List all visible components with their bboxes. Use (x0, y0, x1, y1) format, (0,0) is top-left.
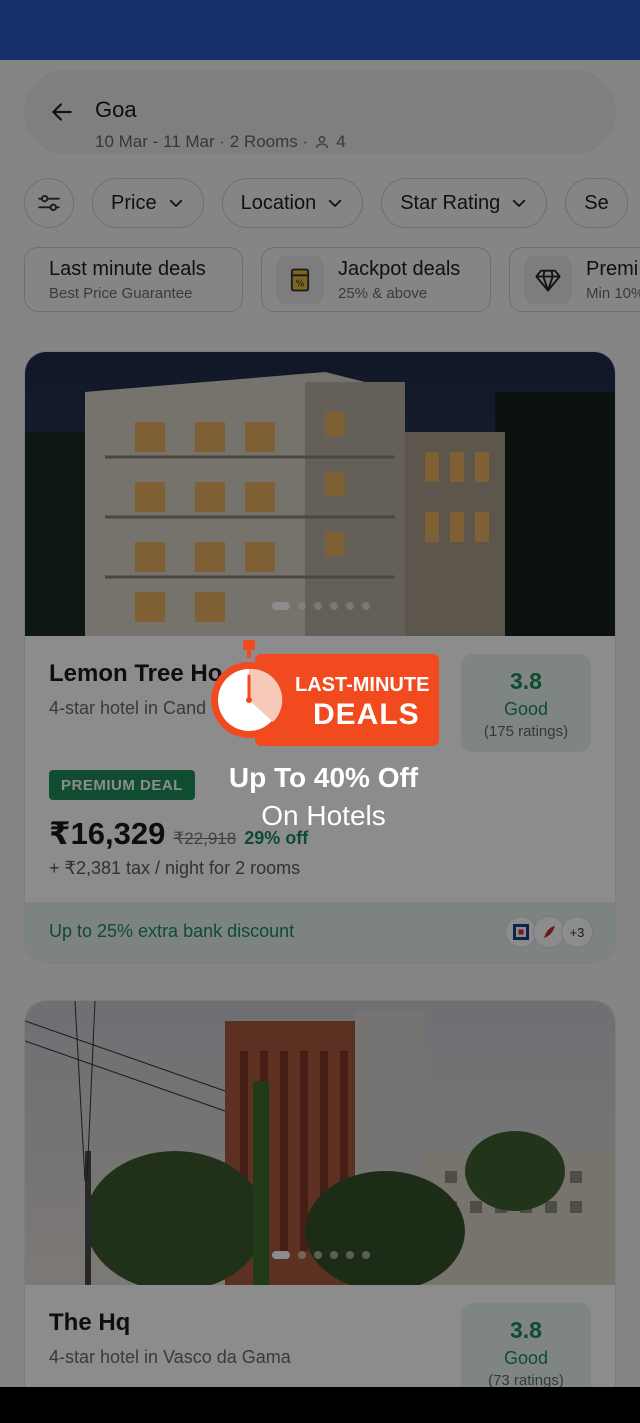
stopwatch-icon (211, 640, 287, 738)
promo-title-bottom: DEALS (313, 698, 420, 731)
system-navigation-bar (0, 1387, 640, 1423)
last-minute-deals-promo[interactable]: LAST-MINUTE DEALS Up To 40% Off On Hotel… (207, 638, 440, 838)
promo-offer: Up To 40% Off (228, 762, 419, 793)
promo-subtitle: On Hotels (261, 800, 386, 831)
promo-title-top: LAST-MINUTE (295, 674, 430, 696)
